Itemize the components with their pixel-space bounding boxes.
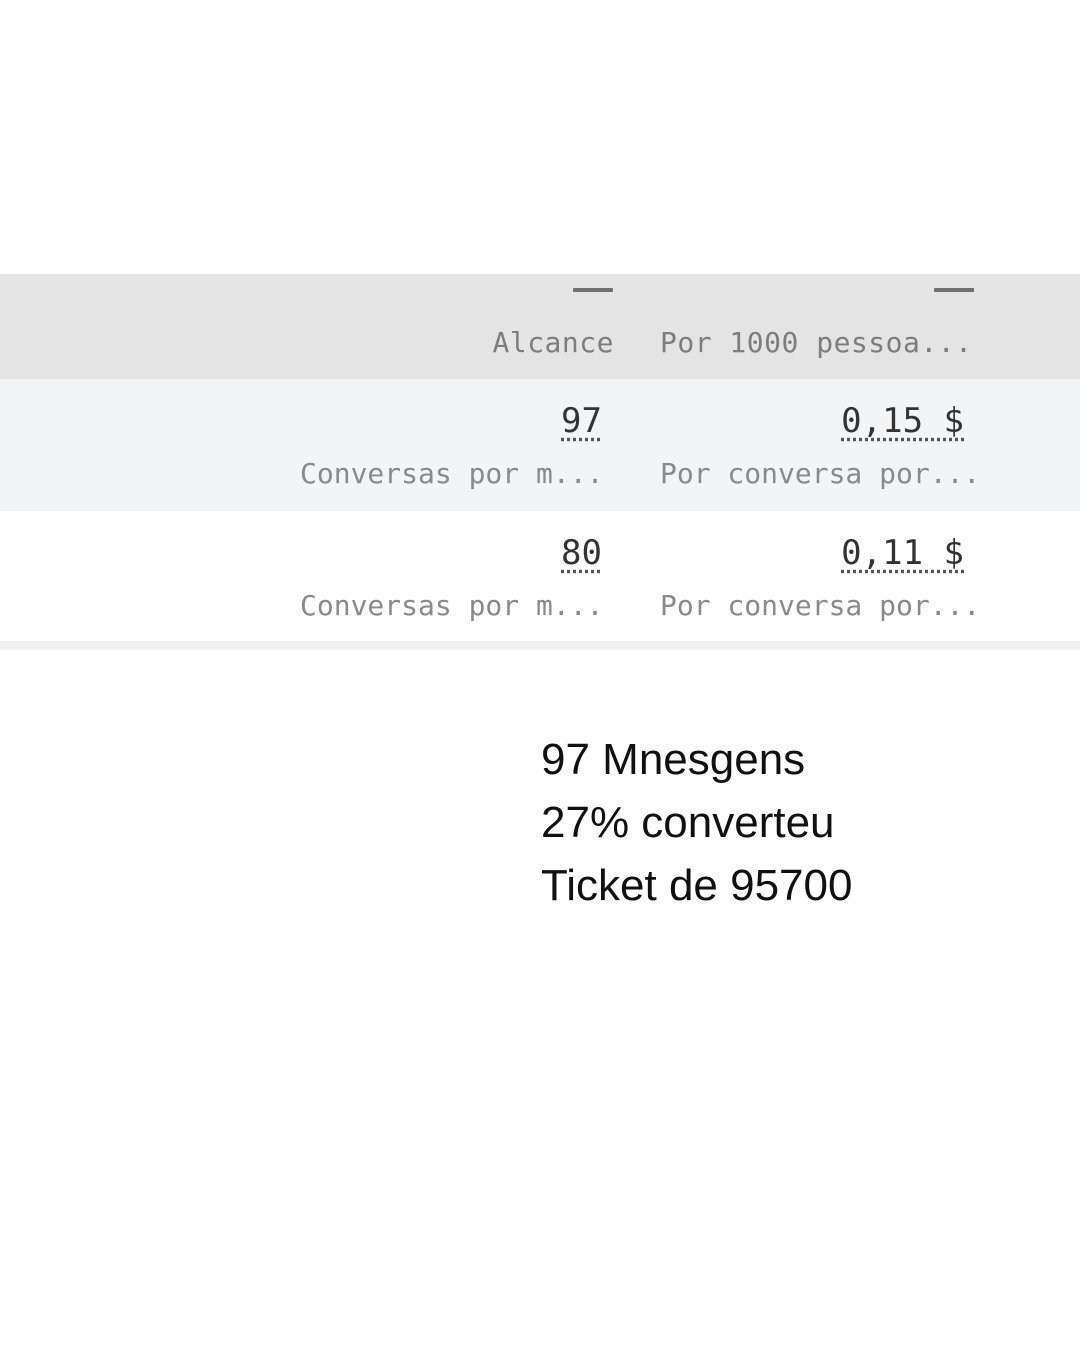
note-ticket: Ticket de 95700 — [541, 861, 853, 910]
table-row: 80 0,11 $ Conversas por m... Por convers… — [0, 511, 1080, 642]
note-conversion: 27% converteu — [541, 798, 835, 847]
cost-value[interactable]: 0,11 $ — [841, 533, 964, 573]
table-row: 97 0,15 $ Conversas por m... Por convers… — [0, 379, 1080, 511]
cost-subtitle: Por conversa por... — [660, 589, 981, 622]
column-header-cost-per-1000[interactable]: Por 1000 pessoa... — [660, 326, 972, 359]
metrics-table: Alcance Por 1000 pessoa... 97 0,15 $ Con… — [0, 274, 1080, 650]
results-value[interactable]: 80 — [561, 533, 602, 573]
annotation-notes: 97 Mnesgens 27% converteu Ticket de 9570… — [541, 728, 852, 917]
results-subtitle: Conversas por m... — [300, 589, 604, 622]
cost-subtitle: Por conversa por... — [660, 457, 981, 490]
column-header-alcance[interactable]: Alcance — [492, 326, 614, 359]
results-subtitle: Conversas por m... — [300, 457, 604, 490]
sort-dash-icon[interactable] — [573, 288, 613, 292]
table-divider — [0, 642, 1080, 650]
note-messages: 97 Mnesgens — [541, 735, 806, 784]
sort-dash-icon[interactable] — [934, 288, 974, 292]
results-value[interactable]: 97 — [561, 401, 602, 441]
cost-value[interactable]: 0,15 $ — [841, 401, 964, 441]
table-header: Alcance Por 1000 pessoa... — [0, 274, 1080, 379]
